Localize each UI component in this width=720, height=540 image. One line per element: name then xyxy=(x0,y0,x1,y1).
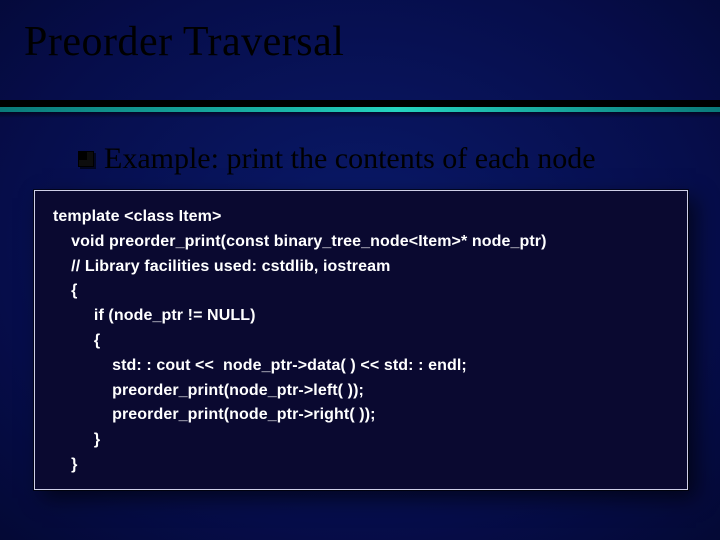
subhead-label: Example: xyxy=(104,142,219,175)
code-content: template <class Item> void preorder_prin… xyxy=(53,205,677,478)
square-bullet-icon xyxy=(78,151,94,167)
slide-title: Preorder Traversal xyxy=(0,0,720,66)
code-block: template <class Item> void preorder_prin… xyxy=(34,190,688,490)
subhead-text: print the contents of each node xyxy=(219,142,596,175)
title-divider xyxy=(0,100,720,114)
subheading: Example: print the contents of each node xyxy=(78,142,596,176)
